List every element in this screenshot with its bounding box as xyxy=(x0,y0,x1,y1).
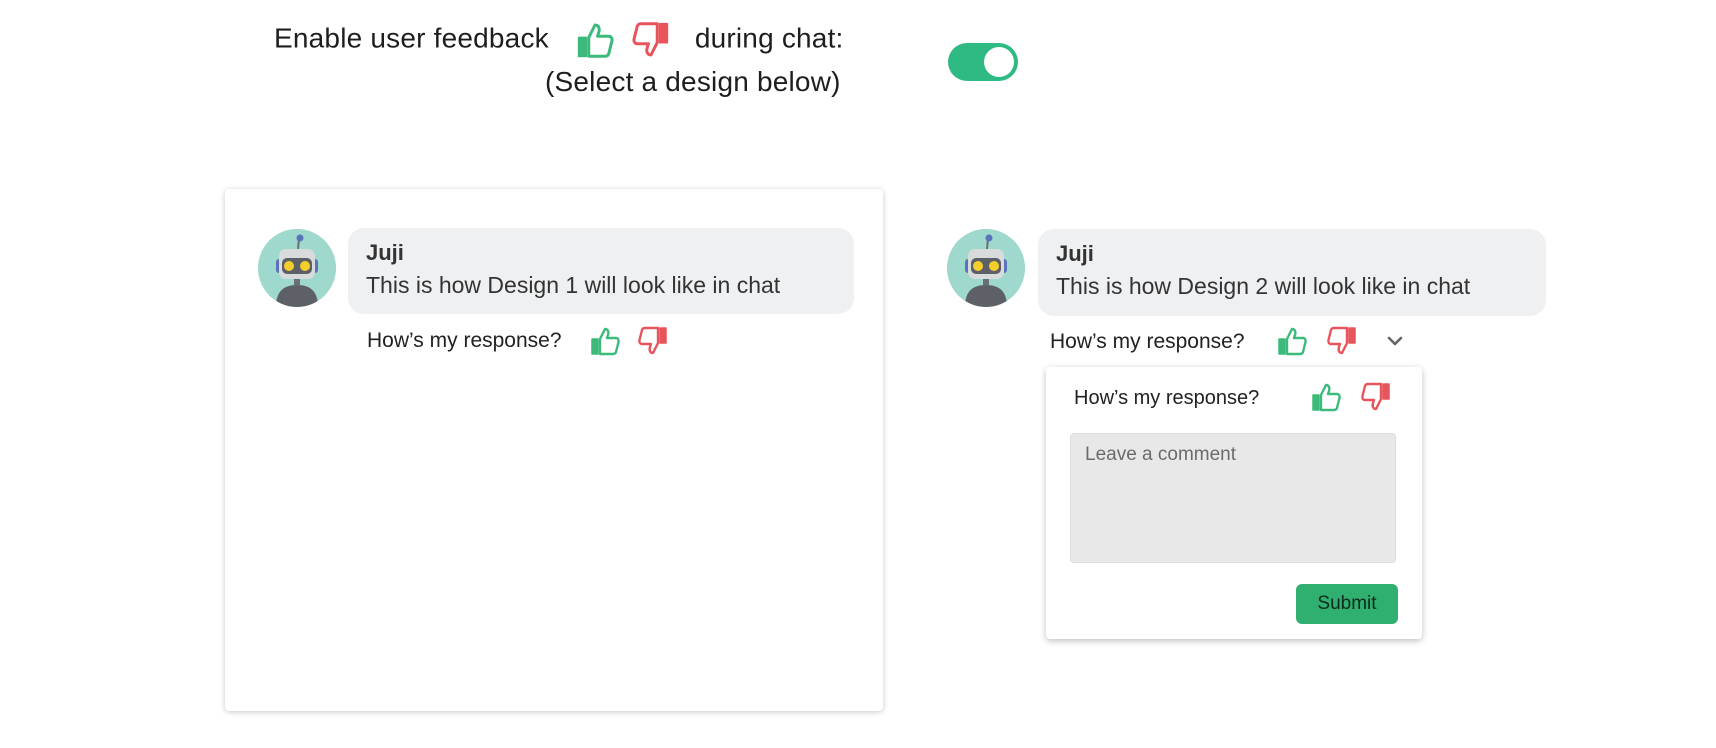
thumbs-up-icon[interactable] xyxy=(589,325,621,357)
thumbs-up-icon xyxy=(575,20,615,60)
feedback-setting-hint: (Select a design below) xyxy=(545,66,841,97)
bot-name: Juji xyxy=(366,240,404,265)
thumbs-down-icon[interactable] xyxy=(1326,325,1358,357)
thumbs-up-icon[interactable] xyxy=(1310,381,1342,413)
feedback-toggle[interactable] xyxy=(948,43,1018,81)
chat-bubble: Juji This is how Design 2 will look like… xyxy=(1038,229,1546,316)
thumbs-down-icon[interactable] xyxy=(1360,381,1392,413)
thumbs-down-icon[interactable] xyxy=(637,325,669,357)
chevron-down-icon[interactable] xyxy=(1384,330,1406,352)
feedback-setting-line1: Enable user feedback during chat: xyxy=(274,20,844,60)
popup-feedback-prompt: How’s my response? xyxy=(1074,387,1260,409)
feedback-prompt: How’s my response? xyxy=(367,329,562,352)
bot-name: Juji xyxy=(1056,241,1094,266)
design-1-card[interactable]: Juji This is how Design 1 will look like… xyxy=(225,189,883,711)
bot-message: This is how Design 1 will look like in c… xyxy=(366,272,781,298)
comment-input[interactable] xyxy=(1070,433,1396,563)
feedback-popup: How’s my response? Submit xyxy=(1046,367,1422,639)
robot-icon xyxy=(947,229,1025,307)
thumbs-up-icon[interactable] xyxy=(1276,325,1308,357)
robot-icon xyxy=(258,229,336,307)
bot-message: This is how Design 2 will look like in c… xyxy=(1056,273,1471,299)
feedback-setting-label: Enable user feedback xyxy=(274,22,549,54)
submit-button[interactable]: Submit xyxy=(1296,584,1398,624)
toggle-knob xyxy=(984,47,1014,77)
feedback-prompt: How’s my response? xyxy=(1050,330,1245,353)
chat-bubble: Juji This is how Design 1 will look like… xyxy=(348,228,854,314)
feedback-setting-label-suffix: during chat: xyxy=(694,22,844,54)
thumbs-down-icon xyxy=(631,20,671,60)
